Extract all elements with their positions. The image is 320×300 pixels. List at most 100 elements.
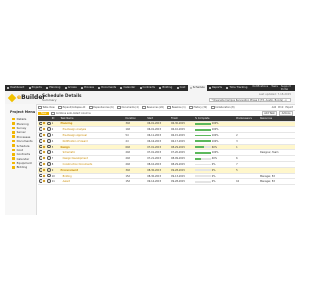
details-icon	[12, 117, 15, 121]
row-checkbox-cell[interactable]	[38, 149, 43, 157]
sidebar-item-label: Calendar	[16, 156, 30, 161]
access-icon	[64, 87, 67, 89]
sidebar-item-label: Planning	[16, 121, 29, 126]
toolbar-documents-4[interactable]: Documents (4)	[117, 105, 139, 110]
toolbar-history-32[interactable]: History (32)	[189, 105, 207, 110]
toolbar-expand-collapse-all[interactable]: Expand/Collapse All	[58, 105, 85, 110]
sidebar-item-label: Details	[16, 117, 27, 122]
sidebar-item-bidding[interactable]: Bidding	[5, 165, 36, 169]
view-cell[interactable]	[46, 155, 51, 163]
toolbar-collaborators-8[interactable]: Collaborators (8)	[210, 105, 235, 110]
search-icon[interactable]	[47, 162, 51, 166]
toolbar-label: Dependencies (6)	[93, 105, 114, 109]
search-icon[interactable]	[47, 127, 51, 132]
search-icon[interactable]	[47, 144, 51, 149]
search-icon[interactable]	[47, 167, 51, 172]
view-cell[interactable]	[46, 173, 51, 180]
progress-fill	[194, 146, 205, 148]
percent-label: 100%	[211, 133, 219, 137]
task-finish: 09-28-2015	[170, 178, 195, 186]
toolbar-label: Collaborators (8)	[215, 105, 235, 109]
task-name[interactable]: Award	[59, 178, 125, 186]
view-cell[interactable]	[46, 149, 51, 157]
view-cell[interactable]	[46, 132, 51, 139]
edit-icon[interactable]	[42, 156, 46, 160]
view-cell[interactable]	[46, 126, 51, 134]
task-duration: 15d	[124, 178, 147, 186]
row-checkbox-cell[interactable]	[38, 178, 43, 186]
search-icon[interactable]	[47, 133, 51, 137]
search-icon[interactable]	[47, 156, 51, 161]
percent-complete-cell: 0%	[194, 178, 236, 186]
planning-icon	[12, 122, 15, 125]
row-checkbox-cell[interactable]	[38, 121, 43, 128]
survey-icon	[12, 126, 15, 130]
checkbox-icon	[58, 105, 62, 110]
row-checkbox-cell[interactable]	[38, 161, 43, 168]
toolbar-resources-26[interactable]: Resources (26)	[142, 105, 164, 110]
search-icon[interactable]	[47, 173, 51, 178]
edit-icon[interactable]	[42, 121, 46, 125]
search-icon[interactable]	[47, 179, 51, 184]
view-cell[interactable]	[46, 178, 51, 186]
view-cell[interactable]	[46, 121, 51, 128]
view-cell[interactable]	[46, 144, 51, 151]
view-cell[interactable]	[46, 138, 51, 145]
add-button[interactable]: Add	[272, 106, 276, 109]
toolbar-table-view[interactable]: Table View	[38, 105, 55, 110]
checkbox-icon	[189, 105, 193, 110]
toolbar-label: Documents (4)	[121, 105, 139, 109]
project-menu-sidebar: Project Menu Details Planning Survey Server…	[5, 104, 37, 215]
edit-icon[interactable]	[42, 127, 46, 131]
task-predecessors: 10	[235, 178, 260, 186]
search-icon[interactable]	[47, 121, 51, 126]
calendar-icon	[12, 157, 15, 160]
row-checkbox-cell[interactable]	[38, 138, 43, 145]
add-task-button[interactable]: Add Task	[261, 110, 278, 117]
planning-icon	[46, 87, 49, 89]
edit-icon[interactable]	[42, 150, 46, 154]
edit-icon[interactable]	[42, 133, 46, 137]
app-window: Dashboard Projects Planning Access Process Do…	[5, 85, 295, 215]
tab-summary[interactable]: Summary	[42, 98, 57, 102]
edit-icon[interactable]	[42, 162, 46, 166]
edit-icon[interactable]	[42, 174, 46, 177]
documents-icon	[98, 87, 101, 89]
progress-bar	[194, 175, 211, 177]
combine-columns-checkbox[interactable]: Combine auto-detect columns	[51, 111, 91, 116]
row-checkbox-cell[interactable]	[38, 167, 43, 174]
progress-bar	[194, 180, 211, 183]
new-button[interactable]: New	[38, 111, 50, 116]
export-button[interactable]: Export	[285, 106, 293, 109]
row-checkbox-cell[interactable]	[38, 155, 43, 163]
progress-fill	[194, 128, 211, 131]
percent-label: 0%	[211, 180, 216, 184]
row-checkbox-cell[interactable]	[38, 132, 43, 139]
edit-icon[interactable]	[42, 145, 46, 148]
print-button[interactable]: Print	[278, 106, 283, 109]
page-header: eBuilder Schedule Details Summary Last u…	[5, 91, 295, 105]
search-icon[interactable]	[47, 150, 51, 155]
search-icon[interactable]	[47, 138, 51, 143]
project-select[interactable]: * Riverside Campus Renovation Phase II (…	[209, 97, 291, 102]
cost-icon	[12, 148, 15, 152]
view-cell[interactable]	[46, 167, 51, 174]
documents-icon	[12, 139, 15, 143]
schedule-icon	[12, 144, 15, 147]
edit-icon[interactable]	[42, 139, 46, 143]
toolbar-dependencies-6[interactable]: Dependencies (6)	[88, 105, 114, 110]
percent-label: 40%	[211, 157, 218, 161]
edit-icon[interactable]	[42, 179, 46, 183]
row-checkbox-cell[interactable]	[38, 126, 43, 134]
view-cell[interactable]	[46, 161, 51, 168]
edit-icon[interactable]	[42, 168, 46, 172]
sidebar-item-label: Documents	[16, 139, 33, 144]
table-row[interactable]: 11 Award 15d 09-14-2015 09-28-2015 0% 10 Manage…	[38, 178, 295, 186]
progress-fill	[194, 134, 211, 137]
toolbar-baseline-1[interactable]: Baseline (1)	[167, 105, 186, 110]
checkbox-icon	[210, 105, 215, 110]
sidebar-item-label: Server	[16, 130, 26, 135]
page-title: Schedule Details	[42, 92, 82, 98]
actions-button[interactable]: Actions	[279, 110, 293, 117]
process-icon	[81, 87, 84, 89]
